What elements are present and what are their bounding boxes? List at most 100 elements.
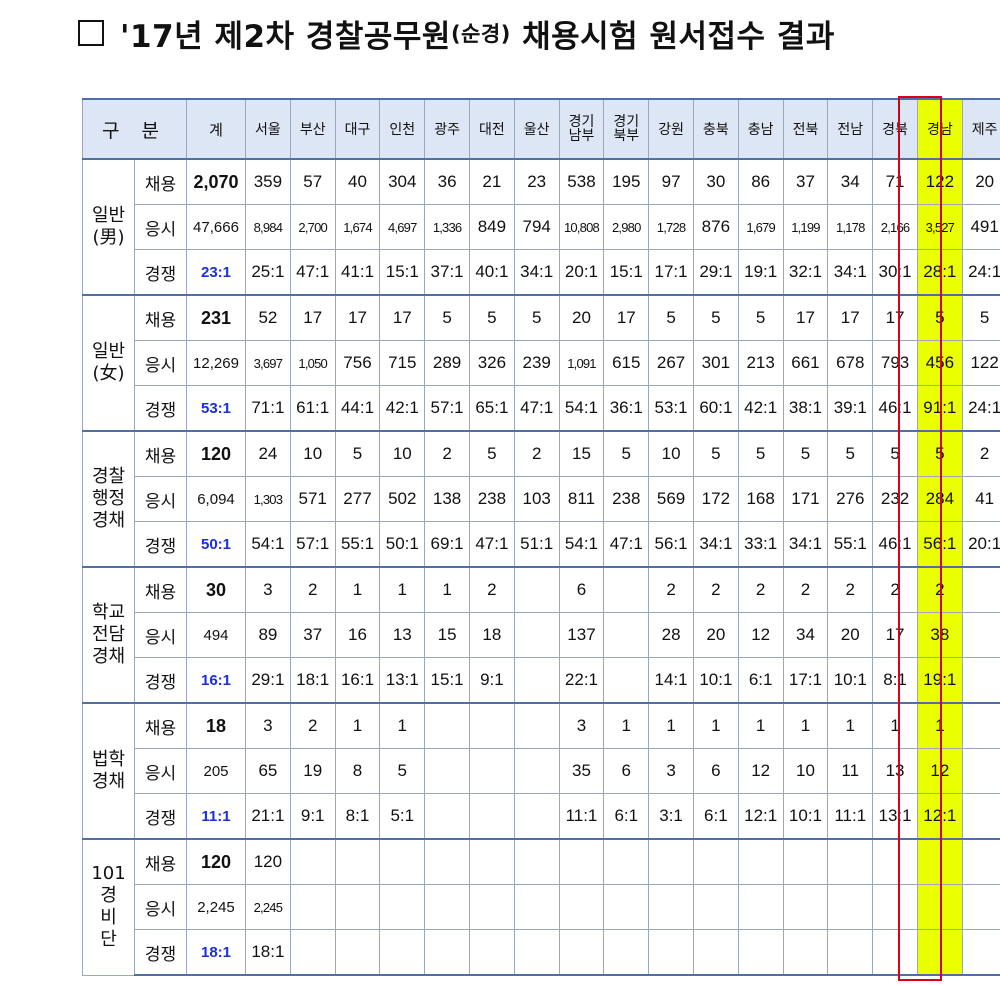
header-gubun: 구 분 xyxy=(82,98,187,160)
value-cell: 29:1 xyxy=(245,657,291,704)
value-cell xyxy=(961,838,1000,885)
value-cell: 5 xyxy=(379,748,426,794)
table-row: 경쟁 11:1 21:1 9:1 8:1 5:1 11:1 6:1 3:1 6:1 12:1 10:1… xyxy=(83,793,1000,840)
value-cell xyxy=(782,884,829,930)
value-cell xyxy=(424,793,470,840)
value-cell: 1,091 xyxy=(558,340,605,386)
header-region: 인천 xyxy=(379,98,426,160)
value-cell: 13:1 xyxy=(379,657,426,704)
value-cell xyxy=(558,929,605,976)
value-cell: 53:1 xyxy=(648,385,694,432)
value-cell xyxy=(513,566,560,613)
value-cell: 3 xyxy=(245,566,291,613)
value-cell: 54:1 xyxy=(245,521,291,568)
value-cell: 138 xyxy=(424,476,470,522)
value-cell: 171 xyxy=(782,476,829,522)
metric-label: 응시 xyxy=(134,748,187,794)
header-region: 경기 북부 xyxy=(603,98,650,160)
table-row: 101 경 비 단 채용 120 120 xyxy=(82,838,1000,976)
value-cell: 57:1 xyxy=(424,385,470,432)
value-cell: 8,984 xyxy=(245,204,291,250)
value-cell: 267 xyxy=(648,340,694,386)
value-cell xyxy=(603,566,650,613)
value-cell: 28:1 xyxy=(916,249,963,296)
value-cell: 103 xyxy=(513,476,560,522)
value-cell: 794 xyxy=(513,204,560,250)
value-cell: 55:1 xyxy=(827,521,874,568)
value-cell: 1 xyxy=(334,702,381,749)
value-cell: 2 xyxy=(424,430,470,477)
value-cell: 1 xyxy=(916,702,963,749)
value-cell: 232 xyxy=(872,476,918,522)
value-cell: 41 xyxy=(961,476,1000,522)
value-cell: 12 xyxy=(916,748,963,794)
metric-label: 채용 xyxy=(134,566,187,613)
value-cell: 1 xyxy=(603,702,650,749)
value-cell xyxy=(468,748,515,794)
value-cell: 42:1 xyxy=(379,385,426,432)
value-cell xyxy=(737,838,784,885)
value-cell: 40:1 xyxy=(468,249,515,296)
value-cell: 36 xyxy=(424,158,470,205)
value-cell: 6:1 xyxy=(737,657,784,704)
value-cell xyxy=(827,838,874,885)
value-cell: 326 xyxy=(468,340,515,386)
value-cell: 6:1 xyxy=(603,793,650,840)
value-cell: 538 xyxy=(558,158,605,205)
value-cell: 17 xyxy=(872,294,918,341)
value-cell xyxy=(424,838,470,885)
value-cell: 52 xyxy=(245,294,291,341)
metric-label: 응시 xyxy=(134,476,187,522)
value-cell xyxy=(916,838,963,885)
value-cell xyxy=(692,884,739,930)
total-cell: 6,094 xyxy=(186,476,246,522)
category-cell: 법학 경채 xyxy=(82,702,135,840)
value-cell: 69:1 xyxy=(424,521,470,568)
value-cell xyxy=(379,884,426,930)
value-cell xyxy=(558,838,605,885)
value-cell xyxy=(334,929,381,976)
value-cell: 120 xyxy=(245,838,291,885)
value-cell: 46:1 xyxy=(872,521,918,568)
value-cell xyxy=(513,612,560,658)
value-cell: 5 xyxy=(692,294,739,341)
value-cell: 55:1 xyxy=(334,521,381,568)
value-cell: 33:1 xyxy=(737,521,784,568)
value-cell: 359 xyxy=(245,158,291,205)
value-cell xyxy=(468,702,515,749)
header-region: 전남 xyxy=(827,98,874,160)
value-cell: 41:1 xyxy=(334,249,381,296)
metric-label: 응시 xyxy=(134,340,187,386)
metric-label: 채용 xyxy=(134,294,187,341)
value-cell: 46:1 xyxy=(872,385,918,432)
category-cell: 일반 (女) xyxy=(82,294,135,432)
value-cell: 2 xyxy=(737,566,784,613)
table-row: 응시 205 65 19 8 5 35 6 3 6 12 10 11 13 12 xyxy=(83,748,1000,794)
metric-label: 채용 xyxy=(134,702,187,749)
value-cell: 5 xyxy=(468,294,515,341)
table-row: 학교 전담 경채 채용 30 3 2 1 1 1 2 6 2 2 2 2 2 2 2 xyxy=(82,566,1000,704)
table-row: 응시 47,666 8,984 2,700 1,674 4,697 1,336 849 794 1… xyxy=(83,204,1000,250)
value-cell: 38:1 xyxy=(782,385,829,432)
table-row: 경쟁 18:1 18:1 xyxy=(83,929,1000,976)
value-cell: 11:1 xyxy=(558,793,605,840)
value-cell: 2,245 xyxy=(245,884,291,930)
value-cell: 6 xyxy=(603,748,650,794)
value-cell: 456 xyxy=(916,340,963,386)
results-table: 구 분 계 서울 부산 대구 인천 광주 대전 울산 경기 남부 경기 북부 강원 충북 충남 전북 전남 경북… xyxy=(82,98,1000,976)
metric-label: 응시 xyxy=(134,884,187,930)
value-cell: 61:1 xyxy=(289,385,336,432)
value-cell xyxy=(782,838,829,885)
value-cell: 19:1 xyxy=(916,657,963,704)
value-cell: 20 xyxy=(827,612,874,658)
value-cell: 34:1 xyxy=(513,249,560,296)
value-cell: 13 xyxy=(872,748,918,794)
value-cell xyxy=(782,929,829,976)
value-cell: 5 xyxy=(468,430,515,477)
value-cell: 3,697 xyxy=(245,340,291,386)
value-cell: 10 xyxy=(289,430,336,477)
value-cell: 17 xyxy=(379,294,426,341)
value-cell: 20 xyxy=(558,294,605,341)
value-cell xyxy=(827,884,874,930)
value-cell xyxy=(648,838,694,885)
